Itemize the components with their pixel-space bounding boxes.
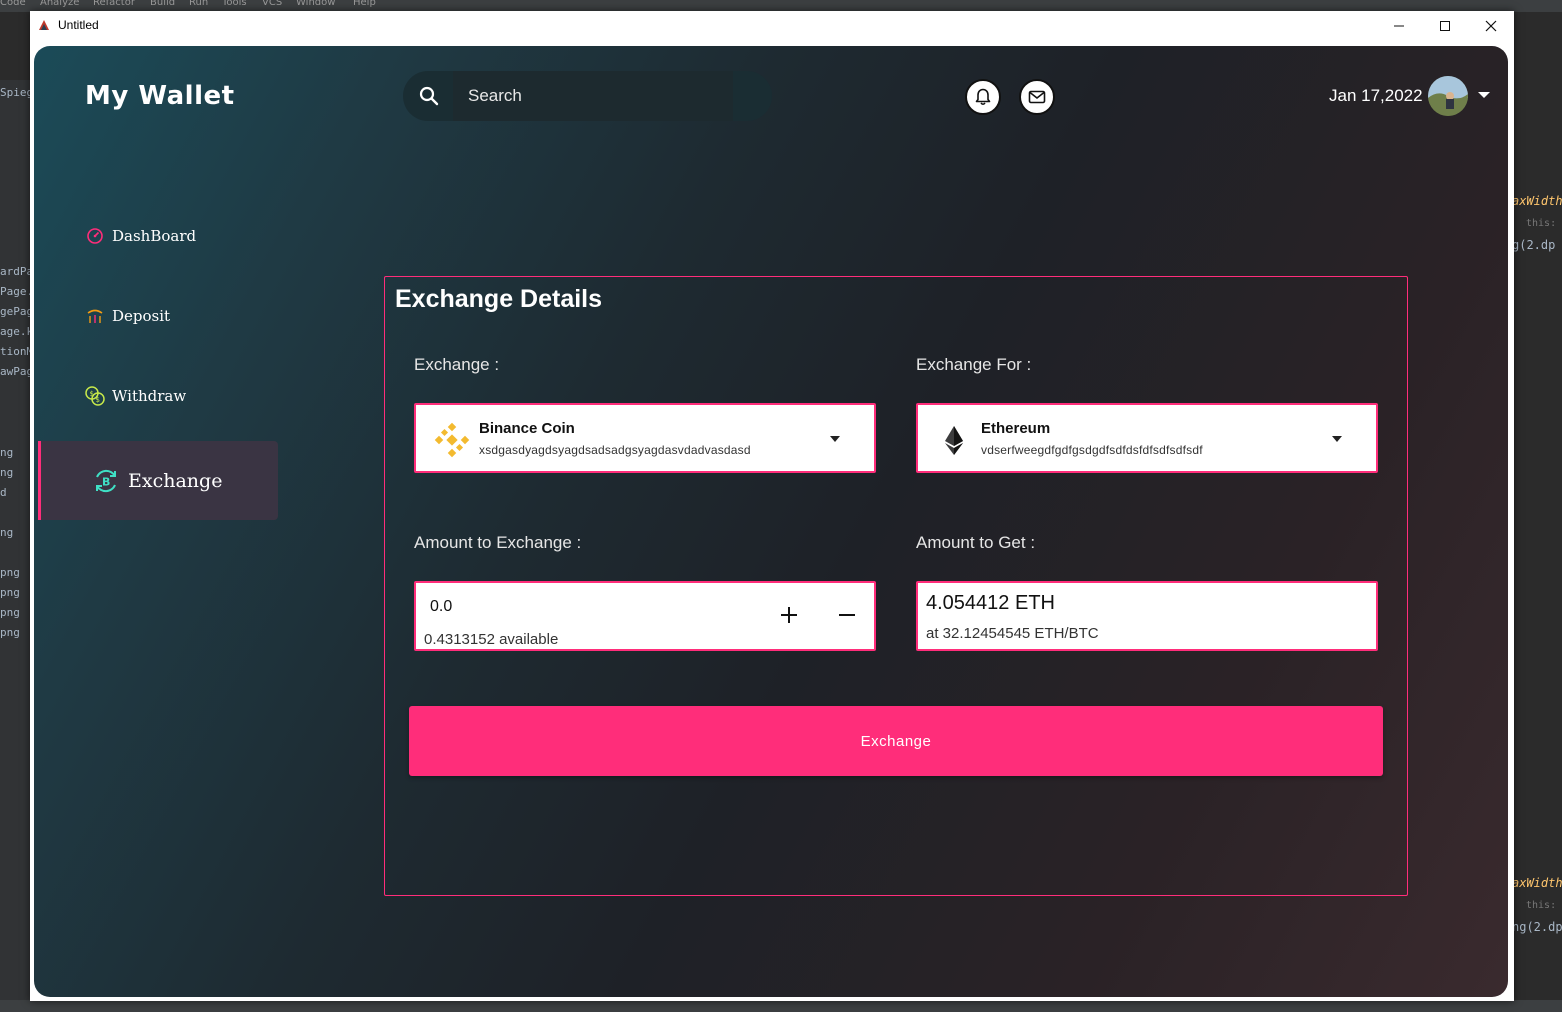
exchange-button[interactable]: Exchange: [409, 706, 1383, 776]
ide-fragment: png: [0, 606, 20, 619]
search-input[interactable]: [453, 71, 733, 121]
ide-menu-item: Refactor: [93, 0, 135, 8]
dashboard-icon: [84, 225, 106, 247]
ide-fragment: gePag: [0, 305, 34, 318]
ide-fragment: awPag: [0, 365, 34, 378]
ide-fragment: png: [0, 626, 20, 639]
ethereum-icon: [945, 426, 963, 455]
amount-to-get-value: 4.054412 ETH: [926, 592, 1055, 614]
brand-title: My Wallet: [85, 81, 235, 111]
messages-button[interactable]: [1019, 79, 1055, 115]
exchange-details-panel: Exchange Details Exchange : Exchange For…: [384, 276, 1408, 896]
chevron-down-icon[interactable]: [1478, 92, 1490, 98]
window-title: Untitled: [58, 18, 99, 32]
amount-to-exchange-field[interactable]: 0.0 0.4313152 available: [414, 581, 876, 651]
ide-code-editor: axWidth this: Ro g(2.dp axWidth this: Ro…: [1512, 42, 1562, 1002]
ide-fragment: axWidth: [1512, 194, 1562, 208]
bell-icon: [975, 88, 991, 106]
from-coin-name: Binance Coin: [479, 420, 575, 437]
ide-menu-item: Tools: [222, 0, 247, 8]
svg-text:$: $: [96, 396, 100, 404]
to-coin-select[interactable]: Ethereum vdserfweegdfgdfgsdgdfsdfdsfdfsd…: [916, 403, 1378, 473]
exchange-label: Exchange :: [414, 355, 500, 374]
ide-menu-item: VCS: [262, 0, 283, 8]
sidebar-item-label: Exchange: [128, 470, 223, 492]
to-coin-address: vdserfweegdfgdfgsdgdfsdfdsfdfsdfsdfsdf: [981, 443, 1203, 457]
binance-coin-icon: [434, 422, 470, 458]
ide-fragment: this: Ro: [1526, 900, 1562, 911]
ide-fragment: ng: [0, 466, 14, 479]
ide-statusbar: [0, 1000, 1562, 1012]
plus-icon: [781, 607, 797, 623]
sidebar-item-dashboard[interactable]: DashBoard: [84, 225, 196, 247]
ide-fragment: Page.: [0, 285, 34, 298]
current-date: Jan 17,2022: [1329, 86, 1423, 105]
maximize-icon: [1440, 21, 1450, 31]
ide-fragment: ng: [0, 446, 14, 459]
exchange-for-label: Exchange For :: [916, 355, 1032, 374]
panel-title: Exchange Details: [395, 285, 603, 313]
ide-fragment: tionM: [0, 345, 34, 358]
amount-input[interactable]: 0.0: [430, 598, 452, 616]
decrement-button[interactable]: [832, 600, 862, 630]
from-coin-address: xsdgasdyagdsyagdsadsadgsyagdasvdadvasdas…: [479, 443, 751, 457]
deposit-icon: [84, 305, 106, 327]
ide-fragment: g(2.dp: [1512, 238, 1556, 252]
amount-to-exchange-label: Amount to Exchange :: [414, 533, 582, 552]
ide-fragment: age.k: [0, 325, 34, 338]
java-app-icon: [37, 18, 51, 32]
ide-fragment: axWidth: [1512, 876, 1562, 890]
ide-fragment: ng(2.dp: [1512, 920, 1562, 934]
search-icon[interactable]: [417, 84, 441, 108]
svg-text:$: $: [90, 390, 94, 398]
ide-fragment: d: [0, 486, 7, 499]
notifications-button[interactable]: [965, 79, 1001, 115]
ide-menu-item: Window: [296, 0, 336, 8]
ide-menu-item: Analyze: [40, 0, 80, 8]
ide-menu-item: Run: [189, 0, 209, 8]
close-icon: [1485, 20, 1497, 32]
chevron-down-icon[interactable]: [830, 436, 840, 442]
ide-fragment: png: [0, 586, 20, 599]
sidebar-item-label: DashBoard: [112, 227, 197, 245]
ide-fragment: this: Ro: [1526, 218, 1562, 229]
ide-project-tree: Spiege ardPa Page. gePag age.k tionM awP…: [0, 80, 40, 1000]
search-bar[interactable]: [403, 71, 772, 121]
minimize-icon: [1394, 25, 1404, 27]
maximize-button[interactable]: [1422, 11, 1468, 41]
exchange-rate: at 32.12454545 ETH/BTC: [926, 625, 1099, 642]
from-coin-select[interactable]: Binance Coin xsdgasdyagdsyagdsadsadgsyag…: [414, 403, 876, 473]
sidebar-item-withdraw[interactable]: $ $ Withdraw: [84, 385, 186, 407]
app-window: Untitled My Wallet Search Jan 17,2022 Da…: [30, 11, 1514, 1001]
ide-fragment: ardPa: [0, 265, 34, 278]
ide-fragment: png: [0, 566, 20, 579]
wallet-app: My Wallet Jan 17,2022: [34, 46, 1508, 997]
amount-to-get-field: 4.054412 ETH at 32.12454545 ETH/BTC: [916, 581, 1378, 651]
svg-text:B: B: [102, 476, 110, 489]
sidebar-item-label: Withdraw: [112, 387, 187, 405]
avatar-photo: [1428, 76, 1468, 116]
minimize-button[interactable]: [1376, 11, 1422, 41]
available-balance: 0.4313152 available: [424, 631, 559, 648]
sidebar-item-label: Deposit: [112, 307, 171, 325]
exchange-icon: B: [92, 467, 120, 495]
increment-button[interactable]: [774, 600, 804, 630]
mail-icon: [1028, 90, 1046, 104]
close-button[interactable]: [1468, 11, 1514, 41]
ide-menu-item: Code: [0, 0, 26, 8]
to-coin-name: Ethereum: [981, 420, 1051, 437]
ide-menu-item: Help: [353, 0, 376, 8]
sidebar-item-exchange[interactable]: B Exchange: [92, 467, 222, 495]
ide-fragment: ng: [0, 526, 14, 539]
withdraw-icon: $ $: [84, 385, 106, 407]
sidebar-item-deposit[interactable]: Deposit: [84, 305, 170, 327]
chevron-down-icon[interactable]: [1332, 436, 1342, 442]
minus-icon: [839, 614, 855, 616]
ide-menu-item: Build: [150, 0, 176, 8]
avatar[interactable]: [1428, 76, 1468, 116]
window-titlebar[interactable]: Untitled: [30, 11, 1514, 41]
amount-to-get-label: Amount to Get :: [916, 533, 1036, 552]
